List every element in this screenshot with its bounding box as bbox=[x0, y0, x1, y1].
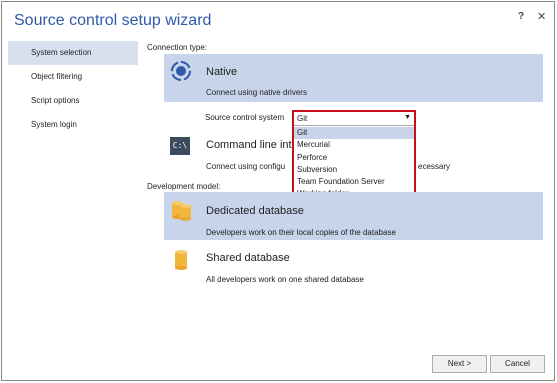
connection-type-label: Connection type: bbox=[147, 43, 208, 52]
option-perforce[interactable]: Perforce bbox=[294, 152, 414, 164]
native-title: Native bbox=[206, 66, 238, 78]
chevron-down-icon[interactable]: ▼ bbox=[404, 114, 411, 121]
command-prompt-icon: C:\ bbox=[170, 137, 190, 155]
next-button[interactable]: Next > bbox=[432, 355, 487, 373]
command-line-title: Command line int bbox=[206, 139, 292, 151]
source-control-selected-value: Git bbox=[297, 114, 308, 123]
shared-database-title: Shared database bbox=[206, 252, 290, 264]
sidebar-item-system-login[interactable]: System login bbox=[8, 113, 138, 137]
source-control-dropdown[interactable]: Git ▼ Git Mercurial Perforce Subversion … bbox=[292, 110, 416, 201]
close-button[interactable]: ✕ bbox=[537, 10, 546, 23]
source-control-system-label: Source control system bbox=[205, 113, 285, 122]
sidebar-item-system-selection[interactable]: System selection bbox=[8, 41, 138, 65]
window-title: Source control setup wizard bbox=[14, 12, 212, 29]
native-option[interactable]: Native Connect using native drivers bbox=[164, 54, 543, 102]
option-mercurial[interactable]: Mercurial bbox=[294, 139, 414, 151]
command-line-description-tail: ecessary bbox=[418, 162, 451, 171]
sidebar-item-script-options[interactable]: Script options bbox=[8, 89, 138, 113]
shared-database-option[interactable]: Shared database All developers work on o… bbox=[164, 244, 543, 288]
help-button[interactable]: ? bbox=[518, 11, 524, 22]
source-control-options-list: Git Mercurial Perforce Subversion Team F… bbox=[294, 127, 414, 201]
native-description: Connect using native drivers bbox=[206, 88, 307, 97]
shared-database-icon bbox=[173, 249, 189, 273]
native-connection-icon bbox=[170, 60, 192, 84]
dedicated-database-option[interactable]: Dedicated database Developers work on th… bbox=[164, 192, 543, 240]
sidebar-item-object-filtering[interactable]: Object filtering bbox=[8, 65, 138, 89]
dedicated-database-icon bbox=[170, 199, 194, 223]
cancel-button[interactable]: Cancel bbox=[490, 355, 545, 373]
option-subversion[interactable]: Subversion bbox=[294, 164, 414, 176]
sidebar: System selection Object filtering Script… bbox=[8, 41, 138, 137]
command-line-description: Connect using configu bbox=[206, 162, 286, 171]
source-control-select[interactable]: Git ▼ bbox=[294, 112, 414, 126]
dedicated-database-description: Developers work on their local copies of… bbox=[206, 228, 396, 237]
development-model-label: Development model: bbox=[147, 182, 221, 191]
option-team-foundation-server[interactable]: Team Foundation Server bbox=[294, 176, 414, 188]
option-git[interactable]: Git bbox=[294, 127, 414, 140]
dedicated-database-title: Dedicated database bbox=[206, 205, 304, 217]
shared-database-description: All developers work on one shared databa… bbox=[206, 275, 364, 284]
